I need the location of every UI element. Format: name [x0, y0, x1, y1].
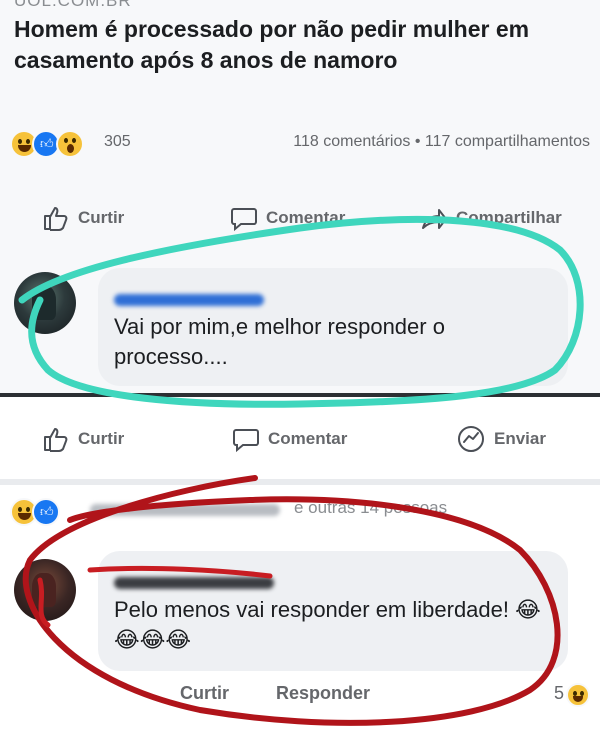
comment-item: Vai por mim,e melhor responder o process… — [0, 262, 600, 402]
comment-button-2[interactable]: Comentar — [232, 417, 347, 461]
send-button[interactable]: Enviar — [456, 417, 546, 461]
comments-shares-count[interactable]: 118 comentários • 117 compartilhamentos — [293, 133, 590, 151]
send-label: Enviar — [494, 429, 546, 448]
comment-label: Comentar — [268, 429, 348, 448]
blurred-commenter-name-2[interactable] — [114, 577, 274, 589]
share-arrow-icon — [422, 209, 447, 229]
comment-reaction-count[interactable]: 5 — [554, 683, 564, 704]
comment-text-body: Pelo menos vai responder em liberdade! — [114, 597, 510, 622]
comment-like-link[interactable]: Curtir — [180, 683, 229, 704]
bottom-section: Curtir Comentar Enviar 👍︎ e outras 14 pe… — [0, 397, 600, 740]
thumbs-up-icon — [44, 207, 68, 231]
comment-label: Comentar — [266, 208, 346, 227]
comment-text-2: Pelo menos vai responder em liberdade! 😂… — [114, 595, 554, 655]
like-label: Curtir — [78, 429, 125, 448]
comment-button[interactable]: Comentar — [230, 196, 345, 240]
blurred-reactor-name — [90, 504, 280, 516]
reaction-count[interactable]: 305 — [104, 133, 131, 151]
reaction-icons[interactable]: 👍︎ — [10, 130, 105, 158]
like-label: Curtir — [78, 208, 125, 227]
comment-item-2: Pelo menos vai responder em liberdade! 😂… — [0, 545, 600, 735]
share-label: Compartilhar — [456, 208, 562, 227]
comment-bubble-icon — [231, 208, 257, 232]
like-button[interactable]: Curtir — [42, 196, 124, 240]
wow-reaction-icon — [56, 130, 84, 158]
post-card: UOL.COM.BR Homem é processado por não pe… — [0, 0, 600, 400]
comment-bubble: Vai por mim,e melhor responder o process… — [98, 268, 568, 386]
reply-actions: Curtir Responder 5 — [0, 683, 600, 713]
comment-bubble-2: Pelo menos vai responder em liberdade! 😂… — [98, 551, 568, 671]
section-separator — [0, 479, 600, 485]
comment-actions: Curtir Comentar Enviar — [0, 417, 600, 461]
haha-reaction-icon — [566, 683, 590, 707]
messenger-icon — [458, 426, 484, 452]
commenter-avatar-2[interactable] — [14, 559, 76, 621]
screenshot-page: UOL.COM.BR Homem é processado por não pe… — [0, 0, 600, 740]
like-button-2[interactable]: Curtir — [42, 417, 124, 461]
thumbs-up-icon — [44, 428, 68, 452]
comment-bubble-icon — [233, 429, 259, 453]
reply-link[interactable]: Responder — [276, 683, 370, 704]
commenter-avatar[interactable] — [14, 272, 76, 334]
share-button[interactable]: Compartilhar — [420, 196, 562, 240]
like-reaction-icon: 👍︎ — [32, 498, 60, 526]
link-source: UOL.COM.BR — [14, 0, 132, 10]
comment-text: Vai por mim,e melhor responder o process… — [114, 314, 445, 369]
reacted-by-row[interactable]: 👍︎ e outras 14 pessoas — [10, 496, 590, 526]
post-headline[interactable]: Homem é processado por não pedir mulher … — [14, 14, 584, 76]
others-count-text: e outras 14 pessoas — [294, 498, 448, 517]
blurred-commenter-name[interactable] — [114, 294, 264, 306]
post-stats: 👍︎ 305 118 comentários • 117 compartilha… — [10, 128, 590, 158]
post-actions: Curtir Comentar Compartilhar — [0, 196, 600, 240]
